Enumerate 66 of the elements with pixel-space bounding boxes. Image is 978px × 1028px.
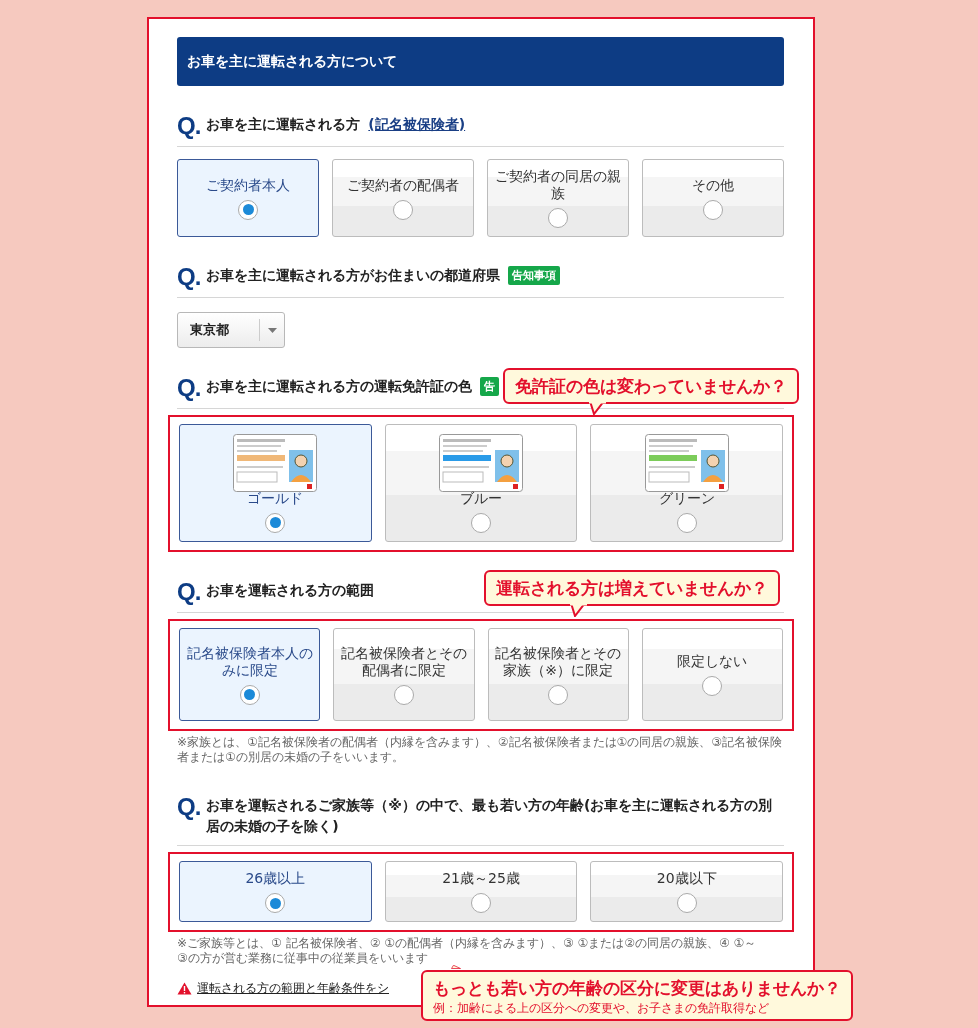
option-card[interactable]: 26歳以上 xyxy=(179,861,372,922)
question-title: お車を運転されるご家族等（※）の中で、最も若い方の年齢(お車を主に運転される方の別居の未婚の子を除く) xyxy=(206,796,774,836)
option-label: 記名被保険者とその配偶者に限定 xyxy=(340,644,468,679)
option-card[interactable]: グリーン xyxy=(590,424,783,542)
question-title: お車を主に運転される方 xyxy=(206,115,361,134)
option-label: ブルー xyxy=(460,489,502,507)
option-label: 記名被保険者とその家族（※）に限定 xyxy=(494,644,622,679)
option-label: ゴールド xyxy=(247,489,304,507)
question-title: お車を主に運転される方がお住まいの都道府県 xyxy=(206,266,501,285)
option-label: ご契約者本人 xyxy=(206,176,290,194)
radio-button[interactable] xyxy=(703,199,723,220)
option-card[interactable]: ご契約者本人 xyxy=(177,159,319,237)
callout-title: 運転される方は増えていませんか？ xyxy=(496,577,768,600)
caret-icon xyxy=(267,327,277,333)
notice-badge: 告知事項 xyxy=(508,266,561,285)
question-title: お車を主に運転される方の運転免許証の色 xyxy=(206,377,473,396)
option-card[interactable]: その他 xyxy=(642,159,784,237)
radio-button[interactable] xyxy=(239,684,260,705)
footnote: ※ご家族等とは、① 記名被保険者、② ①の配偶者（内縁を含みます）、③ ①または②の同居の親族、④ ①～③の方が営む業務に従事中の従業員をいいます xyxy=(177,936,757,966)
option-label: ご契約者の同居の親族 xyxy=(494,168,622,202)
callout-title: もっとも若い方の年齢の区分に変更はありませんか？ xyxy=(433,977,841,1000)
option-card[interactable]: 記名被保険者とその家族（※）に限定 xyxy=(487,628,629,721)
option-card[interactable]: 記名被保険者本人のみに限定 xyxy=(179,628,321,721)
option-card[interactable]: ご契約者の配偶者 xyxy=(332,159,474,237)
question-mark: Q. xyxy=(177,580,201,604)
option-label: ご契約者の配偶者 xyxy=(347,176,459,194)
option-card[interactable]: ゴールド xyxy=(179,424,372,542)
warning-icon xyxy=(177,982,192,995)
section-header: お車を主に運転される方について xyxy=(177,37,784,86)
radio-button[interactable] xyxy=(238,199,258,220)
question-mark: Q. xyxy=(177,265,201,289)
radio-button[interactable] xyxy=(265,512,286,533)
option-label: 限定しない xyxy=(677,653,748,670)
radio-button[interactable] xyxy=(471,893,491,913)
radio-button[interactable] xyxy=(548,684,569,705)
callout-title: 免許証の色は変わっていませんか？ xyxy=(515,375,787,398)
question-mark: Q. xyxy=(177,114,201,138)
radio-button[interactable] xyxy=(393,684,414,705)
option-card[interactable]: 21歳～25歳 xyxy=(384,861,578,922)
question-mark: Q. xyxy=(177,376,201,400)
option-card[interactable]: ご契約者の同居の親族 xyxy=(487,159,629,237)
warning-link[interactable]: 運転される方の範囲と年齢条件をシ xyxy=(197,980,389,997)
question-title: お車を運転される方の範囲 xyxy=(206,581,375,600)
radio-button[interactable] xyxy=(393,199,413,220)
option-card[interactable]: 記名被保険者とその配偶者に限定 xyxy=(333,628,475,721)
question-mark: Q. xyxy=(177,795,201,819)
option-label: 20歳以下 xyxy=(656,870,717,887)
option-label: 26歳以上 xyxy=(245,870,306,887)
radio-button[interactable] xyxy=(265,893,286,913)
radio-button[interactable] xyxy=(548,208,568,228)
radio-button[interactable] xyxy=(702,676,723,696)
term-link[interactable]: (記名被保険者) xyxy=(368,115,466,134)
prefecture-select[interactable]: 東京都 xyxy=(177,312,285,348)
radio-button[interactable] xyxy=(471,512,491,533)
option-card[interactable]: 限定しない xyxy=(641,628,783,721)
footnote: ※家族とは、①記名被保険者の配偶者（内縁を含みます）、②記名被保険者または①の同居の親族、③記名被保険者または①の別居の未婚の子をいいます。 xyxy=(177,735,784,765)
option-label: 21歳～25歳 xyxy=(442,870,520,887)
option-card[interactable]: ブルー xyxy=(384,424,578,542)
callout-note: 例：加齢による上の区分への変更や、お子さまの免許取得など xyxy=(433,1001,770,1016)
option-card[interactable]: 20歳以下 xyxy=(590,861,783,922)
radio-button[interactable] xyxy=(676,893,697,913)
option-label: 記名被保険者本人のみに限定 xyxy=(186,644,314,679)
radio-button[interactable] xyxy=(676,512,697,533)
option-label: その他 xyxy=(692,176,734,194)
notice-badge: 告 xyxy=(480,377,500,396)
option-label: グリーン xyxy=(658,489,715,507)
